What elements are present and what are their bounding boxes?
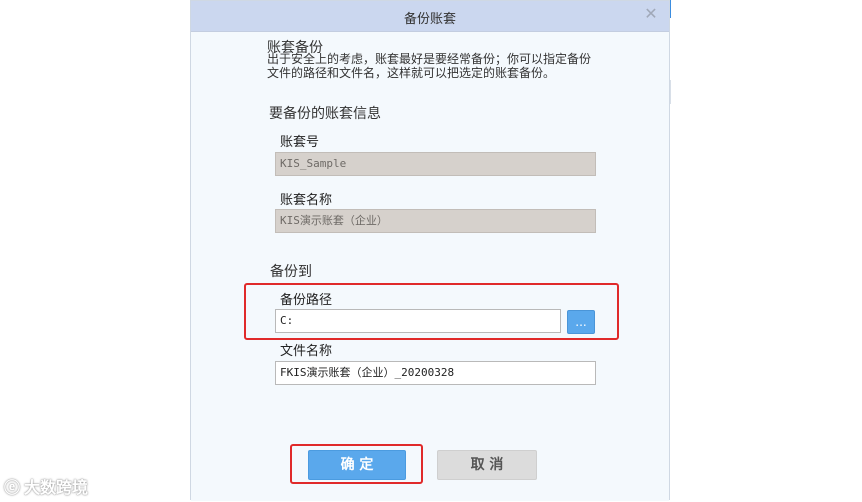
account-id-field: KIS_Sample [275,152,596,176]
close-icon[interactable]: ✕ [643,6,659,22]
intro-description-line2: 文件的路径和文件名，这样就可以把选定的账套备份。 [267,66,556,80]
dialog-title: 备份账套 [403,12,456,27]
watermark: ⓔ 大数跨境 [4,474,88,498]
backup-account-dialog: 备份账套 ✕ 账套备份 出于安全上的考虑，账套最好是要经常备份；你可以指定备份 … [190,0,670,501]
dialog-footer: 确 定 取 消 [191,431,669,501]
account-name-label: 账套名称 [280,193,333,208]
dialog-titlebar: 备份账套 ✕ [191,1,669,32]
backup-path-highlight [244,283,619,340]
watermark-text: 大数跨境 [24,478,89,497]
watermark-logo-icon: ⓔ [4,478,21,497]
account-id-label: 账套号 [280,135,320,150]
ok-button-highlight [290,444,423,484]
intro-description-line1: 出于安全上的考虑，账套最好是要经常备份；你可以指定备份 [267,52,592,66]
backup-to-heading: 备份到 [270,264,312,280]
background-window-divider [670,80,671,104]
cancel-button[interactable]: 取 消 [437,450,537,480]
account-name-field: KIS演示账套（企业） [275,209,596,233]
account-info-heading: 要备份的账套信息 [269,106,381,122]
file-name-input[interactable]: FKIS演示账套（企业）_20200328 [275,361,596,385]
file-name-label: 文件名称 [280,344,333,359]
